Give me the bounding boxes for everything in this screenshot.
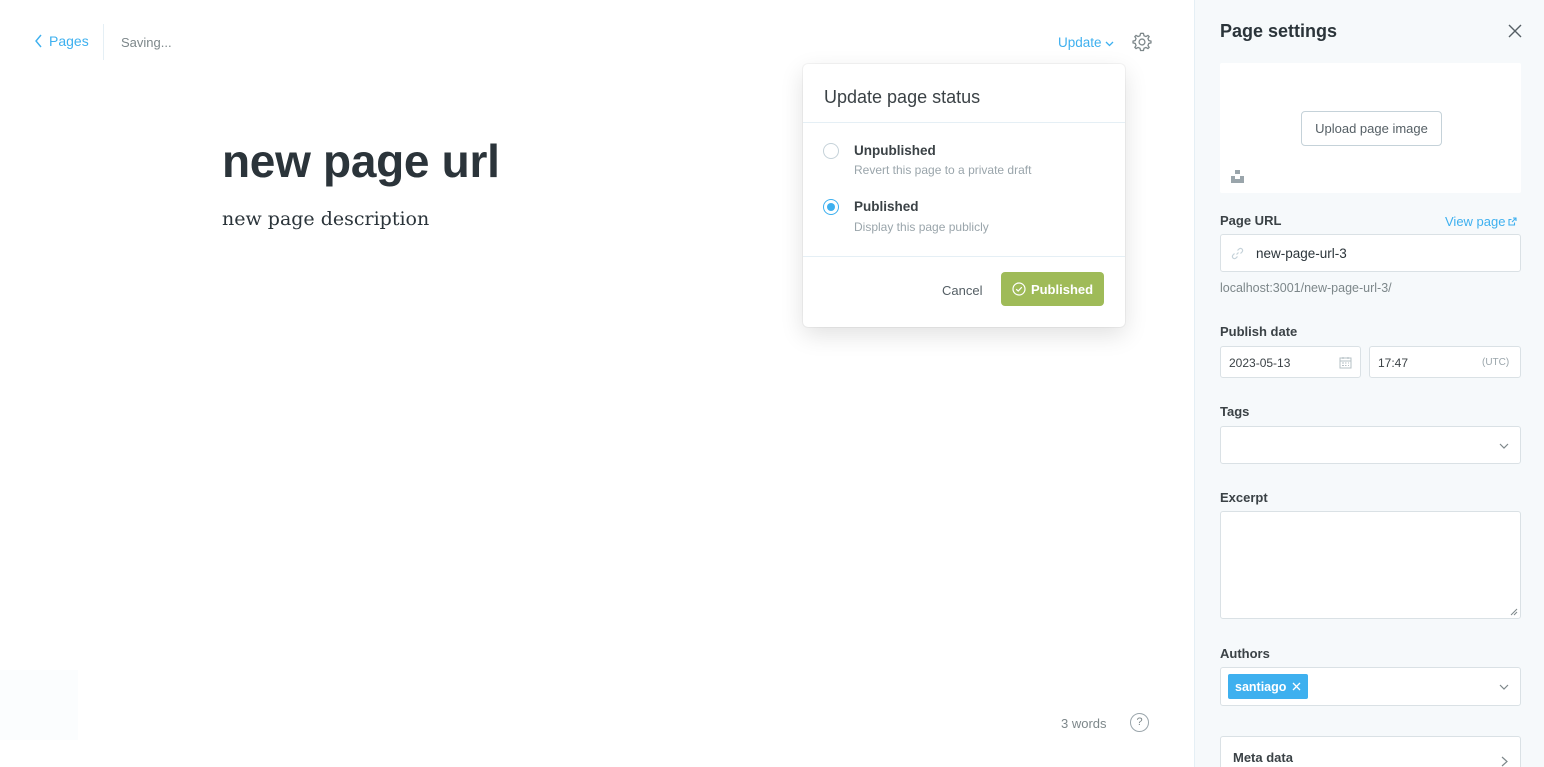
meta-data-section[interactable]: Meta data bbox=[1220, 736, 1521, 767]
save-status: Saving... bbox=[121, 35, 172, 50]
meta-data-label: Meta data bbox=[1233, 750, 1293, 765]
authors-select[interactable]: santiago bbox=[1220, 667, 1521, 706]
chevron-down-icon bbox=[1499, 684, 1509, 690]
publish-button[interactable]: Published bbox=[1001, 272, 1104, 306]
back-to-pages-link[interactable]: Pages bbox=[34, 33, 89, 49]
popover-divider bbox=[803, 122, 1125, 123]
help-button[interactable]: ? bbox=[1130, 713, 1149, 732]
popover-title: Update page status bbox=[824, 87, 981, 107]
resize-grip-icon[interactable] bbox=[1510, 608, 1518, 616]
chevron-right-icon bbox=[1501, 756, 1508, 767]
published-radio[interactable] bbox=[823, 199, 839, 215]
update-label: Update bbox=[1058, 35, 1102, 50]
author-name: santiago bbox=[1235, 679, 1287, 694]
feature-image-area: Upload page image bbox=[1220, 63, 1521, 193]
external-link-icon bbox=[1508, 217, 1518, 226]
post-title[interactable]: new page url bbox=[222, 134, 500, 188]
published-description: Display this page publicly bbox=[854, 220, 989, 234]
page-url-value: new-page-url-3 bbox=[1256, 246, 1347, 261]
back-label: Pages bbox=[49, 33, 89, 49]
view-page-link[interactable]: View page bbox=[1445, 214, 1518, 229]
popover-divider-bottom bbox=[803, 256, 1125, 257]
chevron-left-icon bbox=[35, 34, 42, 48]
word-count: 3 words bbox=[1061, 716, 1107, 731]
publish-popover: Update page status Unpublished Revert th… bbox=[803, 64, 1125, 327]
chevron-down-icon bbox=[1499, 443, 1509, 449]
settings-gear-icon[interactable] bbox=[1131, 31, 1153, 53]
excerpt-textarea[interactable] bbox=[1220, 511, 1521, 619]
authors-label: Authors bbox=[1220, 646, 1270, 661]
publish-date-label: Publish date bbox=[1220, 324, 1298, 339]
editor-area: Pages Saving... Update new page url new … bbox=[0, 0, 1194, 767]
update-dropdown-trigger[interactable]: Update bbox=[1058, 35, 1114, 50]
link-icon bbox=[1231, 247, 1244, 260]
upload-image-button[interactable]: Upload page image bbox=[1301, 111, 1442, 146]
timezone-label: (UTC) bbox=[1482, 357, 1510, 368]
close-icon[interactable] bbox=[1508, 24, 1522, 38]
unsplash-icon[interactable] bbox=[1231, 170, 1244, 183]
check-circle-icon bbox=[1012, 282, 1026, 296]
page-url-input[interactable]: new-page-url-3 bbox=[1220, 234, 1521, 272]
settings-title: Page settings bbox=[1220, 21, 1338, 41]
excerpt-label: Excerpt bbox=[1220, 490, 1268, 505]
publish-button-label: Published bbox=[1030, 281, 1094, 297]
publish-date-value: 2023-05-13 bbox=[1229, 356, 1291, 370]
unpublished-radio[interactable] bbox=[823, 143, 839, 159]
chevron-down-icon bbox=[1105, 41, 1114, 46]
tags-label: Tags bbox=[1220, 404, 1250, 419]
author-token: santiago bbox=[1228, 674, 1309, 699]
unpublished-label[interactable]: Unpublished bbox=[854, 143, 936, 158]
calendar-icon[interactable] bbox=[1339, 356, 1352, 369]
corner-shade bbox=[0, 670, 78, 740]
cancel-button[interactable]: Cancel bbox=[942, 283, 982, 298]
publish-time-value: 17:47 bbox=[1378, 356, 1409, 370]
publish-time-input[interactable]: 17:47 (UTC) bbox=[1369, 346, 1521, 378]
unpublished-description: Revert this page to a private draft bbox=[854, 163, 1032, 177]
tags-select[interactable] bbox=[1220, 426, 1521, 464]
post-body-text[interactable]: new page description bbox=[222, 208, 429, 230]
page-url-preview: localhost:3001/new-page-url-3/ bbox=[1220, 281, 1392, 295]
nav-divider bbox=[103, 24, 104, 60]
remove-author-icon[interactable] bbox=[1292, 682, 1301, 691]
published-label[interactable]: Published bbox=[854, 199, 919, 214]
page-url-label: Page URL bbox=[1220, 213, 1282, 228]
page-settings-panel: Page settings Upload page image Page URL… bbox=[1194, 0, 1544, 767]
publish-date-input[interactable]: 2023-05-13 bbox=[1220, 346, 1361, 378]
view-page-label: View page bbox=[1445, 214, 1506, 229]
